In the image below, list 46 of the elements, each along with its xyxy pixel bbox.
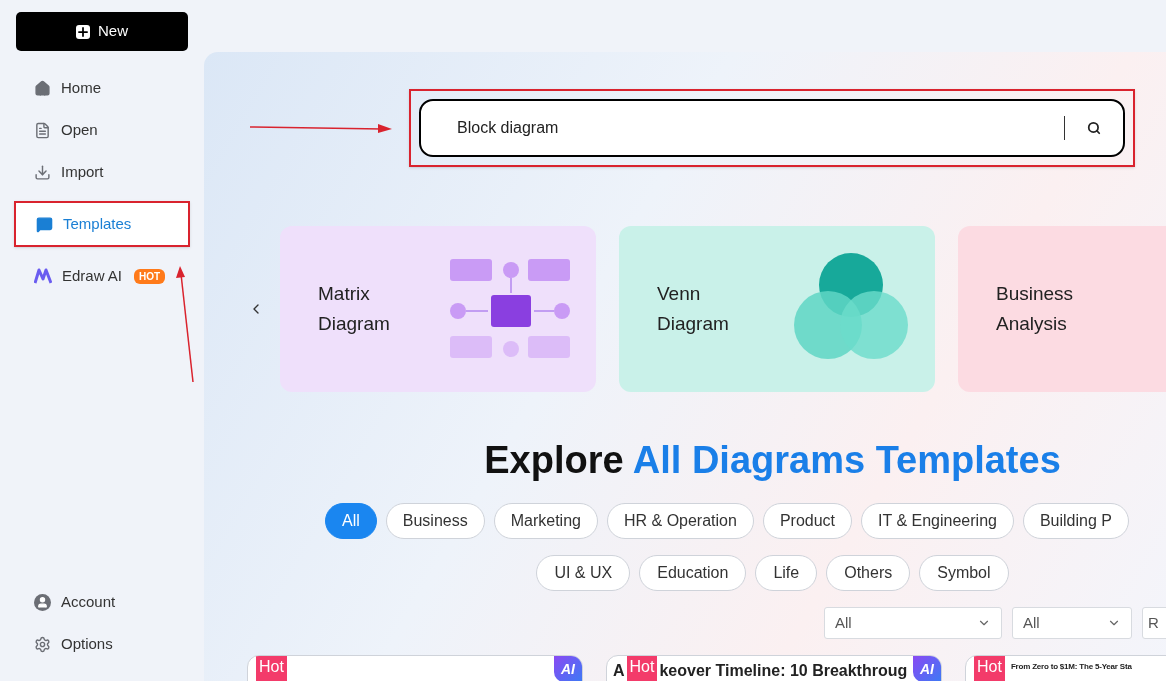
category-tab[interactable]: Building P: [1022, 503, 1129, 539]
diagram-type-card[interactable]: Venn Diagram: [619, 226, 935, 392]
search-field[interactable]: Block diagram: [419, 99, 1125, 157]
sidebar-item[interactable]: Edraw AI HOT: [14, 255, 190, 297]
template-card[interactable]: Hot From Zero to $1M: The 5-Year Sta: [965, 655, 1166, 681]
document-icon: [34, 121, 51, 139]
filter-dropdown[interactable]: All: [1012, 607, 1132, 639]
home-icon: [34, 79, 51, 97]
hot-badge: Hot: [256, 656, 287, 681]
category-tab[interactable]: Life: [755, 555, 818, 591]
plus-icon: [76, 24, 90, 39]
diagram-type-card[interactable]: Matrix Diagram: [280, 226, 596, 392]
ai-logo-icon: [34, 268, 52, 284]
category-tab[interactable]: Product: [762, 503, 853, 539]
sidebar-item[interactable]: Home: [14, 67, 190, 109]
template-card[interactable]: Hot AI: [247, 655, 583, 681]
chat-bubble-icon: [36, 215, 53, 233]
account-icon: [34, 593, 51, 611]
hot-badge: Hot: [974, 656, 1005, 681]
sidebar-item[interactable]: Import: [14, 151, 190, 193]
hot-badge: HOT: [134, 268, 166, 284]
category-tab[interactable]: IT & Engineering: [861, 503, 1014, 539]
hot-badge: Hot: [626, 656, 658, 681]
download-icon: [34, 163, 51, 181]
ai-badge: AI: [554, 656, 582, 681]
sidebar-item[interactable]: Templates: [16, 203, 188, 245]
filter-dropdown[interactable]: All: [824, 607, 1002, 639]
category-tab[interactable]: Symbol: [919, 555, 1009, 591]
category-tab[interactable]: Business: [385, 503, 485, 539]
sidebar-item[interactable]: Account: [14, 581, 190, 623]
new-button[interactable]: New: [16, 12, 188, 51]
ai-badge: AI: [913, 656, 941, 681]
category-tab[interactable]: Others: [826, 555, 911, 591]
category-tab[interactable]: All: [325, 503, 377, 539]
diagram-type-card[interactable]: Business Analysis: [958, 226, 1166, 392]
category-tab[interactable]: UI & UX: [536, 555, 631, 591]
template-card[interactable]: A Hot keover Timeline: 10 Breakthroug AI: [606, 655, 942, 681]
category-tab[interactable]: Marketing: [493, 503, 598, 539]
search-icon[interactable]: [1087, 121, 1101, 135]
category-tab[interactable]: HR & Operation: [606, 503, 754, 539]
filter-dropdown[interactable]: R: [1142, 607, 1166, 639]
sidebar-item[interactable]: Open: [14, 109, 190, 151]
sidebar-item[interactable]: Options: [14, 623, 190, 665]
page-heading: Explore All Diagrams Templates: [484, 438, 1061, 483]
settings-icon: [34, 635, 51, 653]
category-tab[interactable]: Education: [639, 555, 747, 591]
